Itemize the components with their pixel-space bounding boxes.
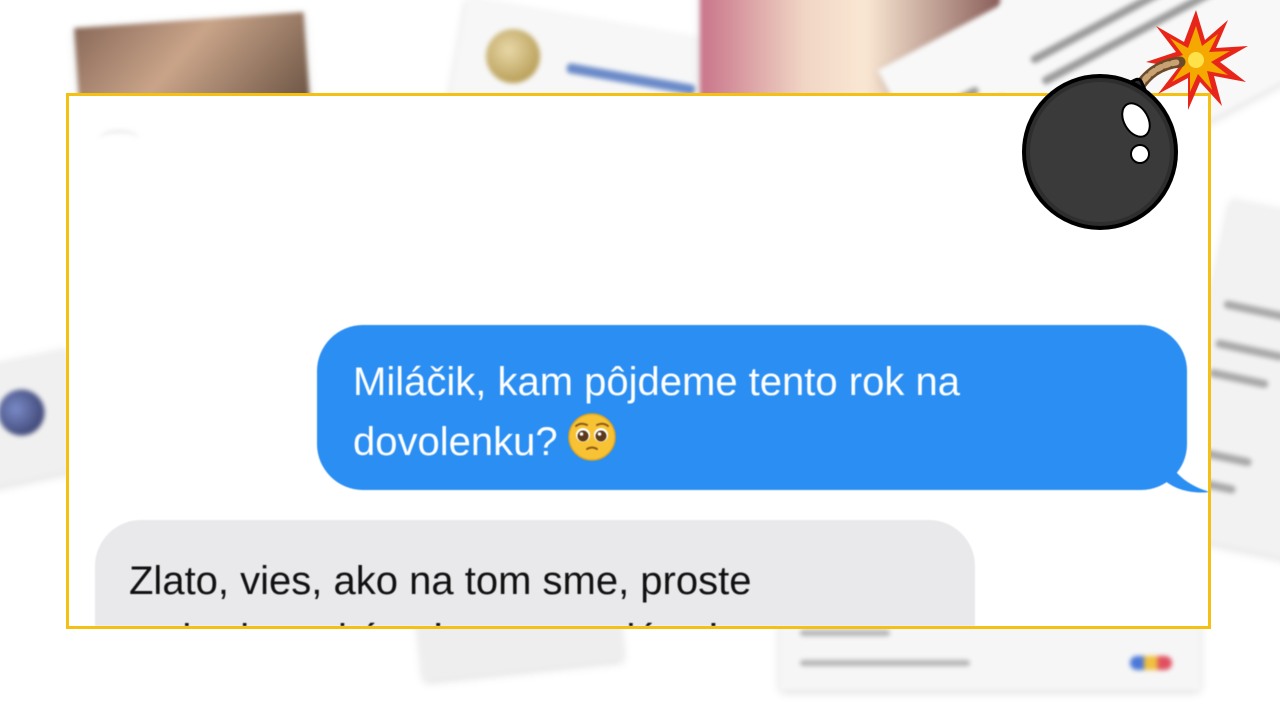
background-reactions: [1130, 656, 1172, 670]
thumbnail-canvas: Miláčik, kam pôjdeme tento rok na dovole…: [0, 0, 1280, 720]
sent-message-bubble: Miláčik, kam pôjdeme tento rok na dovole…: [317, 325, 1187, 490]
background-text-line: [1208, 368, 1269, 389]
background-text-line: [800, 630, 890, 636]
message-text-line: dovolenku?: [353, 411, 1157, 471]
message-text-line: Miláčik, kam pôjdeme tento rok na: [353, 360, 960, 404]
pleading-face-icon: [567, 413, 616, 461]
background-text-line: [800, 660, 970, 666]
background-avatar: [481, 24, 545, 88]
received-message-bubble: Zlato, vies, ako na tom sme, proste sa b…: [95, 520, 975, 626]
bubble-tail: [1162, 448, 1208, 493]
message-text-line: Zlato, vies, ako na tom sme, proste: [129, 559, 752, 603]
background-text-line: [1223, 299, 1280, 327]
background-avatar: [0, 385, 49, 440]
message-text-line: sa budeme kúpať v poto a plávať v: [129, 610, 945, 626]
message-text: dovolenku?: [353, 420, 558, 464]
background-post-title: [565, 62, 696, 96]
bomb-icon: [1022, 10, 1248, 230]
faint-mark: [99, 130, 139, 147]
background-text-line: [1214, 339, 1280, 362]
